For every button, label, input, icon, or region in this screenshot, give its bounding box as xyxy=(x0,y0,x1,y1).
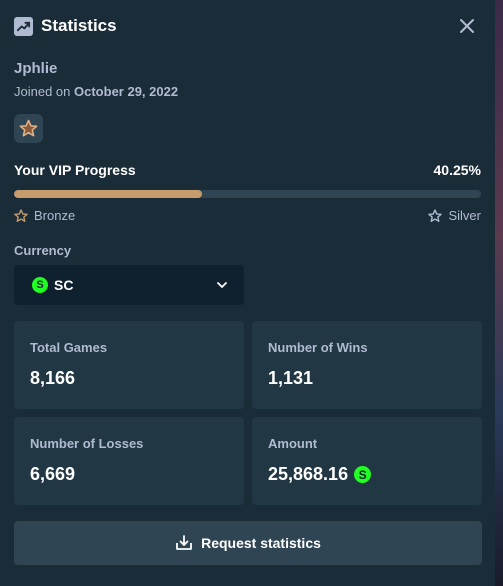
star-badge-icon xyxy=(19,119,38,137)
stat-label: Number of Wins xyxy=(268,340,368,355)
modal-title: Statistics xyxy=(41,16,117,35)
current-tier: Bronze xyxy=(14,208,75,223)
stat-card-amount: Amount 25,868.16 S xyxy=(252,417,482,505)
sc-coin-icon: S xyxy=(354,466,372,483)
currency-label: Currency xyxy=(14,243,72,258)
current-tier-label: Bronze xyxy=(34,208,76,223)
stat-label: Amount xyxy=(268,436,318,451)
request-statistics-button[interactable]: Request statistics xyxy=(14,521,482,565)
joined-prefix: Joined on xyxy=(14,84,71,99)
stat-value-text: 25,868.16 xyxy=(268,464,349,484)
sc-coin-icon: S xyxy=(32,277,48,293)
stat-value-text: 1,131 xyxy=(268,368,314,388)
bronze-star-icon xyxy=(14,208,28,222)
trending-chart-icon xyxy=(14,16,33,36)
stat-value-text: 8,166 xyxy=(30,368,76,388)
stat-value: 1,131 xyxy=(268,368,466,389)
request-statistics-label: Request statistics xyxy=(201,535,321,551)
background-edge xyxy=(495,0,503,586)
currency-selected: S SC xyxy=(32,277,73,293)
vip-progress-label: Your VIP Progress xyxy=(14,162,136,178)
username: Jphlie xyxy=(14,60,58,77)
stat-card-losses: Number of Losses 6,669 xyxy=(14,417,244,505)
close-icon xyxy=(460,19,474,33)
stat-label: Number of Losses xyxy=(30,436,144,451)
stat-card-total-games: Total Games 8,166 xyxy=(14,321,244,409)
stat-value: 8,166 xyxy=(30,368,228,389)
download-icon xyxy=(176,535,192,550)
stats-grid: Total Games 8,166 Number of Wins 1,131 N… xyxy=(14,321,482,505)
next-tier-label: Silver xyxy=(448,208,481,223)
statistics-modal: Statistics Jphlie Joined on October 29, … xyxy=(0,0,495,586)
modal-header: Statistics xyxy=(14,0,481,52)
close-button[interactable] xyxy=(455,14,479,38)
vip-badge xyxy=(14,114,43,143)
stat-value-text: 6,669 xyxy=(30,464,76,484)
currency-value: SC xyxy=(54,277,74,293)
vip-progress-bar xyxy=(14,190,481,198)
stat-value: 6,669 xyxy=(30,464,228,485)
joined-date: October 29, 2022 xyxy=(74,84,179,99)
stat-value: 25,868.16 S xyxy=(268,464,466,485)
title-wrap: Statistics xyxy=(14,16,117,36)
vip-progress-percent: 40.25% xyxy=(433,162,481,178)
vip-progress-fill xyxy=(14,190,202,198)
stat-label: Total Games xyxy=(30,340,108,355)
vip-progress-header: Your VIP Progress 40.25% xyxy=(14,162,481,178)
stat-card-wins: Number of Wins 1,131 xyxy=(252,321,482,409)
silver-star-icon xyxy=(428,208,443,222)
vip-tiers: Bronze Silver xyxy=(14,208,481,223)
chevron-down-icon xyxy=(217,282,227,288)
currency-select[interactable]: S SC xyxy=(14,265,244,305)
next-tier: Silver xyxy=(428,208,481,223)
joined-text: Joined on October 29, 2022 xyxy=(14,84,481,99)
